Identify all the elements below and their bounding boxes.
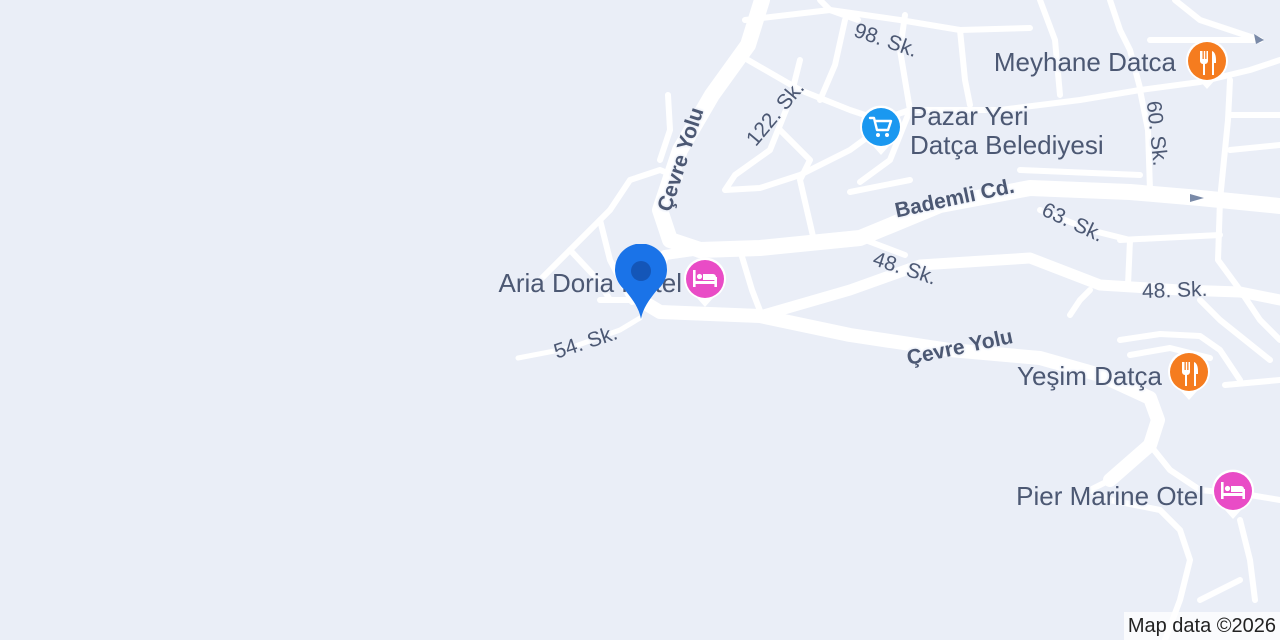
shopping-cart-icon <box>860 105 902 155</box>
poi-marker-meyhane-datca[interactable] <box>1184 38 1230 90</box>
poi-label-yesim-datca[interactable]: Yeşim Datça <box>1017 361 1162 391</box>
hotel-bed-icon <box>684 257 726 307</box>
street-label-48-sk-east: 48. Sk. <box>1141 277 1208 304</box>
restaurant-icon <box>1168 350 1210 400</box>
poi-marker-yesim-datca[interactable] <box>1166 349 1212 401</box>
poi-label-pazar-yeri-line1: Pazar Yeri <box>910 101 1029 131</box>
poi-label-pazar-yeri-line2: Datça Belediyesi <box>910 130 1104 161</box>
poi-label-meyhane-datca[interactable]: Meyhane Datca <box>994 47 1176 77</box>
location-pin[interactable] <box>613 243 669 320</box>
location-pin-icon <box>615 243 667 319</box>
map-viewport[interactable]: Çevre Yolu 98. Sk. 122. Sk. 60. Sk. Bade… <box>0 0 1280 640</box>
poi-label-pazar-yeri[interactable]: Pazar Yeri Datça Belediyesi <box>910 101 1104 161</box>
map-attribution: Map data ©2026 <box>1123 612 1280 640</box>
poi-marker-pier-marine-otel[interactable] <box>1210 468 1256 520</box>
poi-label-pier-marine-otel[interactable]: Pier Marine Otel <box>1016 481 1204 511</box>
poi-marker-aria-doria-hotel[interactable] <box>682 256 728 308</box>
restaurant-icon <box>1186 39 1228 89</box>
hotel-bed-icon <box>1212 469 1254 519</box>
poi-marker-pazar-yeri[interactable] <box>858 104 904 156</box>
